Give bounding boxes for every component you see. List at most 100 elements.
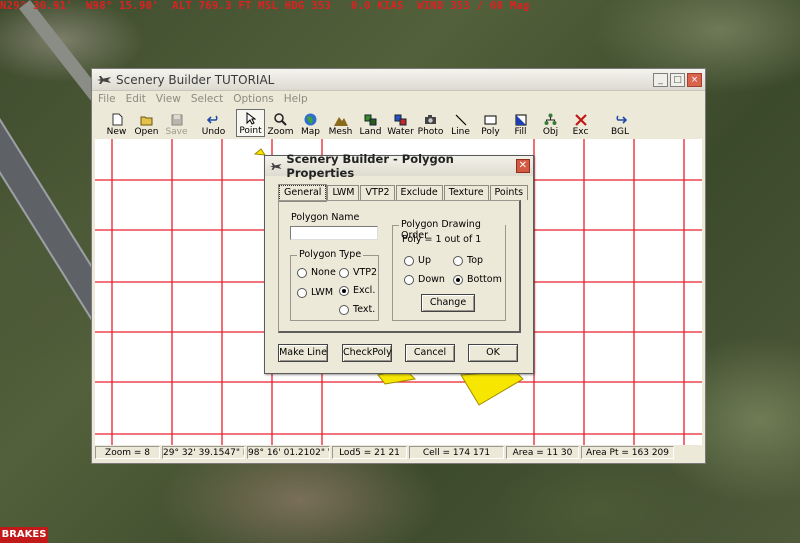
tab-general[interactable]: General (277, 184, 328, 202)
order-down-radio[interactable]: Down (404, 274, 445, 285)
save-label: Save (165, 127, 188, 137)
tab-vtp2[interactable]: VTP2 (360, 185, 395, 200)
check-poly-button[interactable]: CheckPoly (342, 344, 392, 362)
undo-label: Undo (201, 127, 226, 137)
cancel-button[interactable]: Cancel (405, 344, 455, 362)
order-bottom-radio[interactable]: Bottom (453, 274, 502, 285)
save-button[interactable]: Save (162, 109, 191, 137)
order-top-label: Top (467, 255, 484, 266)
zoom-label: Zoom (267, 127, 294, 137)
maximize-icon[interactable]: □ (670, 72, 685, 87)
type-text-radio[interactable]: Text. (339, 304, 375, 315)
menu-edit[interactable]: Edit (126, 93, 146, 105)
status-latitude: 29° 32' 39.1547" N (162, 446, 245, 459)
new-button[interactable]: New (102, 109, 131, 137)
water-icon (394, 113, 408, 126)
order-top-radio[interactable]: Top (453, 255, 483, 266)
polygon-type-group: Polygon Type None VTP2 LWM Excl. Text. (290, 249, 379, 321)
point-label: Point (239, 126, 262, 136)
type-lwm-label: LWM (311, 287, 334, 298)
poly-tool-button[interactable]: Poly (476, 109, 505, 137)
obj-label: Obj (542, 127, 559, 137)
tab-points[interactable]: Points (489, 185, 529, 200)
status-cell: Cell = 174 171 (409, 446, 504, 459)
save-disk-icon (170, 113, 184, 126)
rectangle-icon (484, 113, 498, 126)
line-label: Line (451, 127, 470, 137)
status-lod5: Lod5 = 21 21 (332, 446, 407, 459)
line-tool-button[interactable]: Line (446, 109, 475, 137)
change-button[interactable]: Change (421, 294, 475, 312)
land-button[interactable]: Land (356, 109, 385, 137)
dialog-titlebar[interactable]: Scenery Builder - Polygon Properties ✕ (265, 152, 533, 180)
order-up-radio[interactable]: Up (404, 255, 431, 266)
open-folder-icon (140, 113, 154, 126)
undo-button[interactable]: Undo (199, 109, 228, 137)
exc-label: Exc (572, 127, 589, 137)
menu-help[interactable]: Help (284, 93, 308, 105)
polygon-properties-dialog: Scenery Builder - Polygon Properties ✕ G… (264, 152, 534, 374)
tab-texture[interactable]: Texture (443, 185, 489, 200)
menu-select[interactable]: Select (191, 93, 223, 105)
photo-label: Photo (417, 127, 444, 137)
yellow-polygon-right[interactable] (460, 370, 524, 406)
poly-label: Poly (481, 127, 500, 137)
exc-button[interactable]: Exc (566, 109, 595, 137)
open-button[interactable]: Open (132, 109, 161, 137)
exclude-x-icon (574, 113, 588, 126)
dialog-tabs: General LWM VTP2 Exclude Texture Points (277, 184, 529, 202)
status-area-pt: Area Pt = 163 209 (581, 446, 674, 459)
zoom-tool-button[interactable]: Zoom (266, 109, 295, 137)
close-icon[interactable]: ✕ (515, 159, 530, 173)
map-button[interactable]: Map (296, 109, 325, 137)
minimize-icon[interactable]: _ (653, 72, 668, 87)
menu-options[interactable]: Options (233, 93, 274, 105)
line-icon (454, 113, 468, 126)
bgl-label: BGL (610, 127, 629, 137)
water-label: Water (387, 127, 414, 137)
airplane-icon (269, 162, 282, 170)
type-excl-radio[interactable]: Excl. (339, 285, 375, 296)
globe-icon (304, 113, 318, 126)
ok-button[interactable]: OK (468, 344, 518, 362)
status-zoom: Zoom = 8 (95, 446, 160, 459)
polygon-name-label: Polygon Name (291, 212, 360, 223)
mesh-button[interactable]: Mesh (326, 109, 355, 137)
window-titlebar[interactable]: Scenery Builder TUTORIAL _ □ × (92, 69, 705, 91)
menubar: File Edit View Select Options Help (92, 91, 705, 107)
bgl-button[interactable]: BGL (603, 109, 637, 137)
new-file-icon (110, 113, 124, 126)
order-up-label: Up (418, 255, 431, 266)
type-none-radio[interactable]: None (297, 267, 336, 278)
type-vtp2-label: VTP2 (353, 267, 378, 278)
close-icon[interactable]: × (687, 72, 702, 87)
obj-button[interactable]: Obj (536, 109, 565, 137)
menu-view[interactable]: View (156, 93, 181, 105)
tab-lwm[interactable]: LWM (327, 185, 360, 200)
object-icon (544, 113, 558, 126)
new-label: New (106, 127, 127, 137)
fill-label: Fill (514, 127, 527, 137)
type-text-label: Text. (353, 304, 376, 315)
tab-exclude[interactable]: Exclude (395, 185, 443, 200)
airplane-icon (97, 75, 111, 84)
type-lwm-radio[interactable]: LWM (297, 287, 333, 298)
poly-count-text: Poly = 1 out of 1 (402, 234, 482, 245)
type-vtp2-radio[interactable]: VTP2 (339, 267, 377, 278)
point-tool-button[interactable]: Point (236, 109, 265, 137)
order-down-label: Down (418, 274, 445, 285)
fill-tool-button[interactable]: Fill (506, 109, 535, 137)
land-label: Land (359, 127, 382, 137)
water-button[interactable]: Water (386, 109, 415, 137)
make-line-button[interactable]: Make Line (278, 344, 328, 362)
dialog-title: Scenery Builder - Polygon Properties (286, 152, 454, 180)
menu-file[interactable]: File (98, 93, 116, 105)
map-label: Map (301, 127, 320, 137)
general-tab-panel: Polygon Name Polygon Type None VTP2 LWM … (278, 200, 521, 333)
flight-hud-readout: N29° 30.91' W98° 15.90' ALT 769.3 FT MSL… (0, 0, 530, 12)
magnifier-icon (274, 113, 288, 126)
photo-button[interactable]: Photo (416, 109, 445, 137)
toolbar: New Open Save Undo Point Zoom Map Mesh L… (92, 107, 705, 137)
fill-icon (514, 113, 528, 126)
polygon-name-input[interactable] (290, 226, 378, 240)
